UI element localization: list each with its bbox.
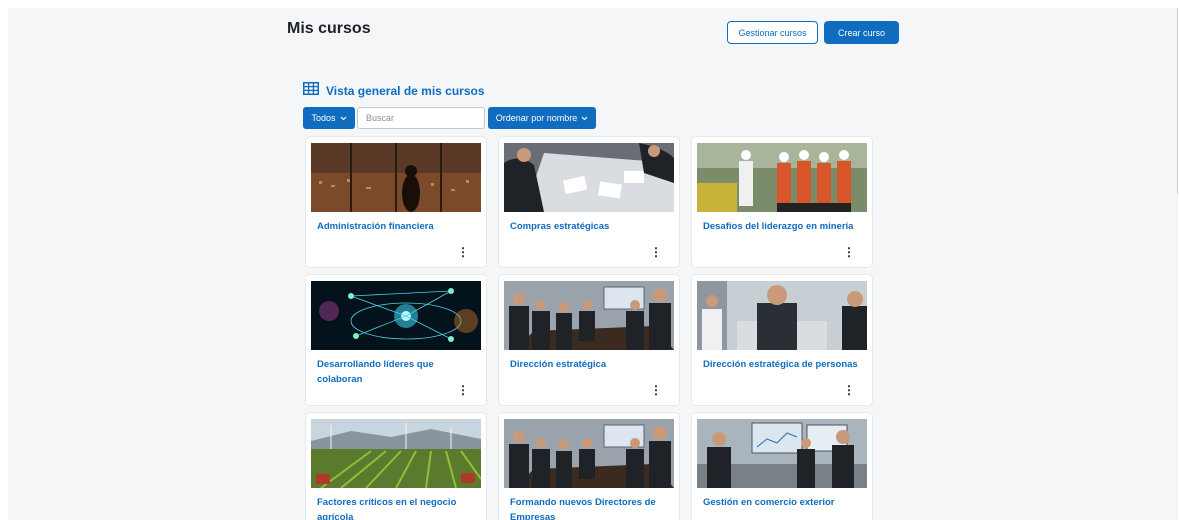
course-image[interactable] [504,143,674,212]
course-image[interactable] [504,281,674,350]
scrollbar[interactable] [1177,8,1178,194]
filter-dropdown[interactable]: Todos [303,107,355,129]
course-image[interactable] [697,143,867,212]
sort-label: Ordenar por nombre [495,113,578,123]
course-image[interactable] [697,281,867,350]
course-card[interactable]: Compras estratégicas ⋮ [499,137,679,267]
course-title-link[interactable]: Formando nuevos Directores de Empresas [510,495,672,520]
more-options-icon[interactable]: ⋮ [649,245,663,259]
search-input[interactable] [357,107,485,129]
overview-header: Vista general de mis cursos [303,82,485,100]
manage-courses-button[interactable]: Gestionar cursos [727,21,818,44]
page-title: Mis cursos [287,20,371,37]
course-image[interactable] [697,419,867,488]
course-title-link[interactable]: Administración financiera [317,219,479,234]
course-image[interactable] [504,419,674,488]
more-options-icon[interactable]: ⋮ [842,383,856,397]
filter-label: Todos [311,113,336,123]
course-card[interactable]: Dirección estratégica de personas ⋮ [692,275,872,405]
course-title-link[interactable]: Gestión en comercio exterior [703,495,865,510]
more-options-icon[interactable]: ⋮ [456,383,470,397]
overview-title: Vista general de mis cursos [326,84,485,98]
course-card[interactable]: Desafíos del liderazgo en minería ⋮ [692,137,872,267]
course-title-link[interactable]: Desafíos del liderazgo en minería [703,219,865,234]
sort-dropdown[interactable]: Ordenar por nombre [488,107,596,129]
course-image[interactable] [311,143,481,212]
course-title-link[interactable]: Desarrollando líderes que colaboran [317,357,479,387]
course-title-link[interactable]: Dirección estratégica de personas [703,357,865,372]
more-options-icon[interactable]: ⋮ [649,383,663,397]
more-options-icon[interactable]: ⋮ [456,245,470,259]
course-title-link[interactable]: Factores críticos en el negocio agrícola [317,495,479,520]
course-card[interactable]: Formando nuevos Directores de Empresas⋮ [499,413,679,520]
chevron-down-icon [340,113,347,123]
create-course-button[interactable]: Crear curso [824,21,899,44]
more-options-icon[interactable]: ⋮ [842,245,856,259]
course-title-link[interactable]: Compras estratégicas [510,219,672,234]
course-card[interactable]: Desarrollando líderes que colaboran ⋮ [306,275,486,405]
course-card[interactable]: Administración financiera ⋮ [306,137,486,267]
course-image[interactable] [311,281,481,350]
chevron-down-icon [581,113,588,123]
course-card[interactable]: Gestión en comercio exterior⋮ [692,413,872,520]
grid-icon [303,82,319,100]
course-card[interactable]: Dirección estratégica ⋮ [499,275,679,405]
course-image[interactable] [311,419,481,488]
course-title-link[interactable]: Dirección estratégica [510,357,672,372]
course-card[interactable]: Factores críticos en el negocio agrícola… [306,413,486,520]
